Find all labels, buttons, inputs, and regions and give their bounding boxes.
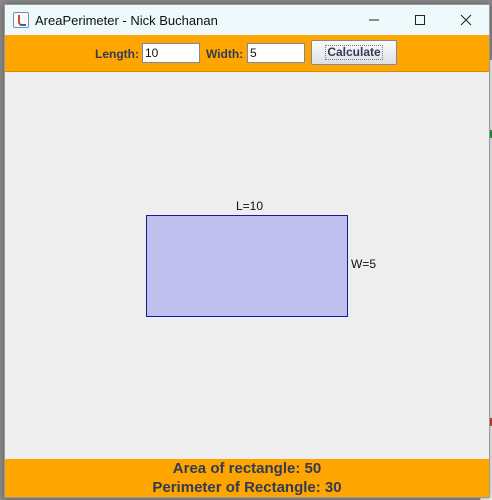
maximize-button[interactable] bbox=[397, 5, 443, 35]
area-result: Area of rectangle: 50 bbox=[172, 460, 322, 477]
close-button[interactable] bbox=[443, 5, 489, 35]
java-app-icon[interactable] bbox=[13, 12, 29, 28]
calculate-button-label: Calculate bbox=[325, 45, 383, 60]
rectangle-shape bbox=[146, 215, 348, 317]
width-label: Width: bbox=[206, 47, 244, 61]
rectangle-length-label: L=10 bbox=[236, 199, 264, 213]
perimeter-result: Perimeter of Rectangle: 30 bbox=[152, 479, 342, 496]
minimize-button[interactable] bbox=[351, 5, 397, 35]
rectangle-width-label: W=5 bbox=[351, 257, 377, 271]
minimize-icon bbox=[369, 19, 379, 21]
app-window: AreaPerimeter - Nick Buchanan Length: 10… bbox=[4, 4, 490, 498]
results-panel: Area of rectangle: 50 Perimeter of Recta… bbox=[5, 459, 489, 497]
width-input[interactable]: 5 bbox=[247, 43, 305, 63]
calculate-button[interactable]: Calculate bbox=[311, 40, 397, 65]
input-toolbar: Length: 10 Width: 5 Calculate bbox=[5, 35, 489, 72]
length-label: Length: bbox=[95, 47, 139, 61]
length-input[interactable]: 10 bbox=[142, 43, 200, 63]
drawing-canvas: L=10 W=5 bbox=[5, 72, 489, 459]
title-bar[interactable]: AreaPerimeter - Nick Buchanan bbox=[5, 5, 489, 35]
close-icon bbox=[460, 14, 472, 26]
window-title: AreaPerimeter - Nick Buchanan bbox=[35, 12, 218, 28]
maximize-icon bbox=[415, 15, 425, 25]
